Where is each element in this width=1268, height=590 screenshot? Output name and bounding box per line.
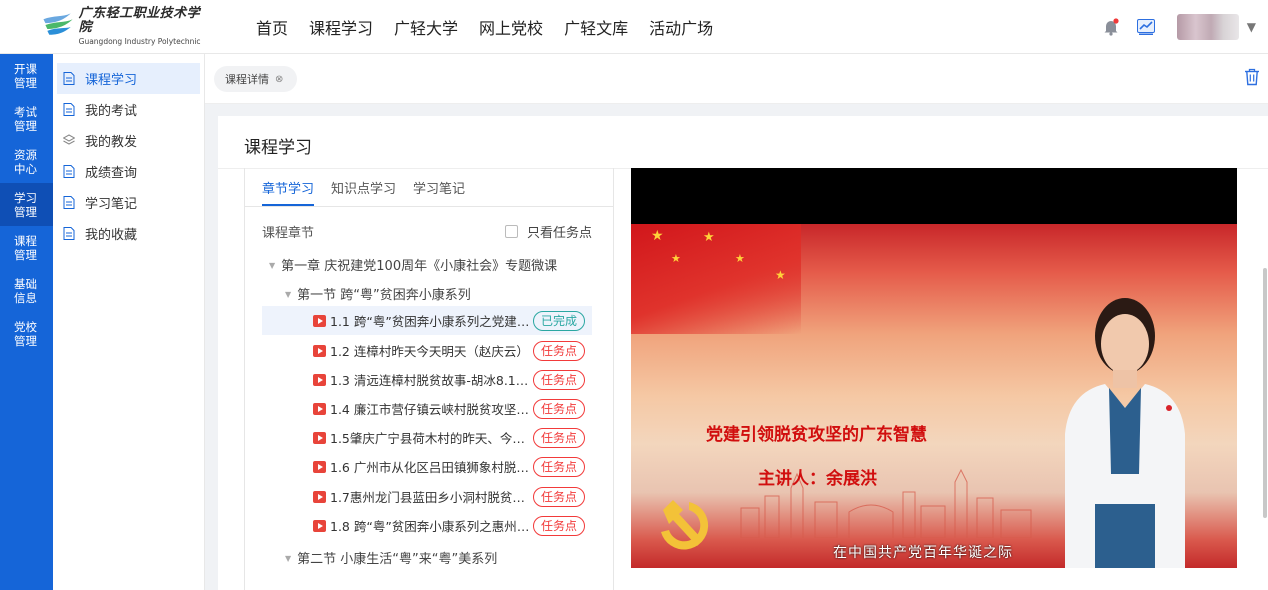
document-icon [63,165,75,178]
status-badge: 任务点 [533,369,586,390]
lesson-item[interactable]: 1.3 清远连樟村脱贫故事-胡冰8.16讲座 任务点 [262,365,592,394]
bell-icon[interactable] [1103,18,1119,36]
tab-study-notes[interactable]: 学习笔记 [413,178,465,206]
school-logo[interactable]: 广东轻工职业技术学院 Guangdong Industry Polytechni… [0,0,210,54]
page-scrollbar[interactable] [1263,268,1267,518]
close-icon[interactable]: ⊗ [275,74,283,85]
video-play-icon [313,373,326,386]
video-speaker: 主讲人：余展洪 [758,469,877,489]
status-badge: 已完成 [533,310,586,331]
page-tab-bar: 课程详情 ⊗ [205,54,1268,104]
logo-name-en: Guangdong Industry Polytechnic [78,36,201,46]
lesson-item[interactable]: 1.6 广州市从化区吕田镇狮象村脱贫攻坚 任务点 [262,452,592,481]
left-rail: 开课 管理 考试 管理 资源 中心 学习 管理 课程 管理 基础 信息 党校 管理 [0,54,53,590]
lesson-item[interactable]: 1.5肇庆广宁县荷木村的昨天、今天和明天 任务点 [262,423,592,452]
lesson-item[interactable]: 1.4 廉江市营仔镇云峡村脱贫攻坚故事 任务点 [262,394,592,423]
caret-down-icon[interactable]: ▼ [285,290,291,299]
chapter-list-header: 课程章节 只看任务点 [262,222,592,241]
nav-library[interactable]: 广轻文库 [564,15,628,39]
only-task-checkbox[interactable] [504,225,518,238]
page-title: 课程学习 [244,138,312,158]
nav-university[interactable]: 广轻大学 [394,15,458,39]
nav-party-school[interactable]: 网上党校 [479,15,543,39]
video-title: 党建引领脱贫攻坚的广东智慧 [706,425,927,445]
divider [245,206,613,207]
section-item[interactable]: ▼ 第一节 跨“粤”贫困奔小康系列 [285,284,471,303]
submenu-my-favorites[interactable]: 我的收藏 [57,218,200,249]
status-badge: 任务点 [533,427,586,448]
document-icon [63,196,75,209]
chevron-down-icon[interactable]: ▼ [1247,20,1256,34]
user-avatar[interactable] [1176,14,1239,40]
video-play-icon [313,344,326,357]
status-badge: 任务点 [533,340,586,361]
lesson-item[interactable]: 1.1 跨“粤”贫困奔小康系列之党建引领贫困攻坚的广东智慧 已完成 [262,306,592,335]
study-tabs: 章节学习 知识点学习 学习笔记 [262,168,482,206]
nav-course-study[interactable]: 课程学习 [309,15,373,39]
lesson-item[interactable]: 1.8 跨“粤”贫困奔小康系列之惠州上围村 任务点 [262,511,592,540]
tab-chapter-study[interactable]: 章节学习 [262,178,315,206]
chapter-header-label: 课程章节 [262,226,315,241]
nav-home[interactable]: 首页 [256,15,288,39]
main-nav: 首页 课程学习 广轻大学 网上党校 广轻文库 活动广场 [256,15,734,39]
speaker-figure [1065,298,1185,568]
logo-emblem-icon [30,12,73,41]
status-badge: 任务点 [533,486,586,507]
top-header: 广东轻工职业技术学院 Guangdong Industry Polytechni… [0,0,1268,54]
lesson-item[interactable]: 1.2 连樟村昨天今天明天（赵庆云） 任务点 [262,336,592,365]
document-icon [63,227,75,240]
star-icon: ★ [775,268,786,282]
video-frame: ★ ★ ★ ★ ★ 党建引领脱贫攻坚的广东智慧 主讲人：余展洪 [631,224,1237,568]
status-badge: 任务点 [533,456,586,477]
header-tools: ▼ [1103,0,1256,54]
video-play-icon [313,460,326,473]
rail-exam[interactable]: 考试 管理 [0,97,53,140]
submenu-my-exam[interactable]: 我的考试 [57,94,200,125]
star-icon: ★ [651,228,664,244]
video-play-icon [313,490,326,503]
only-task-label: 只看任务点 [526,226,592,241]
nav-activity[interactable]: 活动广场 [649,15,713,39]
rail-course-open[interactable]: 开课 管理 [0,54,53,97]
chapter-item[interactable]: ▼ 第一章 庆祝建党100周年《小康社会》专题微课 [269,255,557,274]
logo-name-cn: 广东轻工职业技术学院 [78,6,201,36]
video-player[interactable]: ★ ★ ★ ★ ★ 党建引领脱贫攻坚的广东智慧 主讲人：余展洪 在中国共产党百年… [631,168,1237,568]
tab-course-detail[interactable]: 课程详情 ⊗ [214,66,298,92]
hammer-sickle-icon [661,500,709,550]
chapter-list-box: 章节学习 知识点学习 学习笔记 课程章节 只看任务点 ▼ 第一章 庆祝建党100周… [244,168,614,590]
status-badge: 任务点 [533,515,586,536]
video-play-icon [313,402,326,415]
submenu-study-notes[interactable]: 学习笔记 [57,187,200,218]
only-task-filter[interactable]: 只看任务点 [504,222,592,241]
rail-course-manage[interactable]: 课程 管理 [0,226,53,269]
section-item[interactable]: ▼ 第二节 小康生活“粤”来“粤”美系列 [285,548,497,567]
star-icon: ★ [671,252,681,265]
rail-basic-info[interactable]: 基础 信息 [0,269,53,312]
video-play-icon [313,431,326,444]
video-subtitle: 在中国共产党百年华诞之际 [833,545,1013,561]
submenu-my-teaching[interactable]: 我的教发 [57,125,200,156]
star-icon: ★ [703,230,715,245]
trash-icon[interactable] [1244,68,1260,86]
chart-icon[interactable] [1136,19,1155,35]
document-icon [63,103,75,116]
rail-study[interactable]: 学习 管理 [0,183,53,226]
caret-down-icon[interactable]: ▼ [285,554,291,563]
star-icon: ★ [735,252,745,265]
caret-down-icon[interactable]: ▼ [269,261,275,270]
rail-resource[interactable]: 资源 中心 [0,140,53,183]
lesson-item[interactable]: 1.7惠州龙门县蓝田乡小洞村脱贫攻坚故事 任务点 [262,482,592,511]
status-badge: 任务点 [533,398,586,419]
submenu-course-study[interactable]: 课程学习 [57,63,200,94]
video-play-icon [313,314,326,327]
tab-knowledge-study[interactable]: 知识点学习 [331,178,396,206]
video-play-icon [313,519,326,532]
sub-menu: 课程学习 我的考试 我的教发 成绩查询 学习笔记 我的收藏 [53,54,205,590]
rail-party-school[interactable]: 党校 管理 [0,312,53,355]
logo-text: 广东轻工职业技术学院 Guangdong Industry Polytechni… [79,7,210,46]
submenu-score-query[interactable]: 成绩查询 [57,156,200,187]
layers-icon [63,134,75,145]
document-icon [63,72,75,85]
